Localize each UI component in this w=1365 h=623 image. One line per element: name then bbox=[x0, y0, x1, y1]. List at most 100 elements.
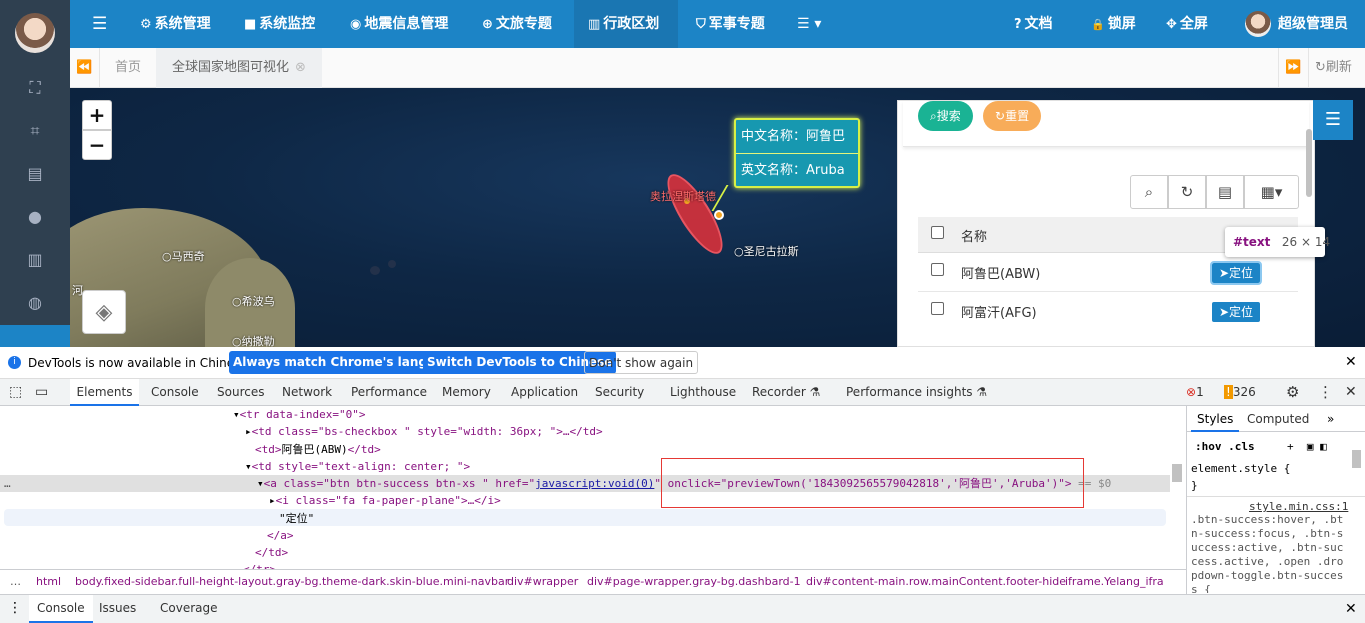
styles-filter-toggles[interactable]: :hov .cls bbox=[1195, 438, 1255, 455]
error-count[interactable]: ⊗1 bbox=[1186, 379, 1216, 406]
crumb[interactable]: body.fixed-sidebar.full-height-layout.gr… bbox=[75, 570, 509, 594]
drawer-menu-icon[interactable]: ⋮ bbox=[8, 600, 22, 616]
crumb-ellipsis[interactable]: … bbox=[10, 570, 21, 594]
tab-computed[interactable]: Computed bbox=[1247, 406, 1309, 432]
nav-lock-screen[interactable]: 🔒 锁屏 bbox=[1091, 0, 1151, 48]
element-style-end: } bbox=[1191, 479, 1198, 492]
connect-icon[interactable]: ⌗ bbox=[22, 120, 48, 142]
table-toggle-icon[interactable]: ▤ bbox=[1206, 175, 1244, 209]
zoom-out-button[interactable]: − bbox=[82, 130, 112, 160]
styles-scrollbar[interactable] bbox=[1352, 450, 1361, 468]
device-toolbar-icon[interactable]: ▭ bbox=[35, 379, 48, 406]
tab-memory[interactable]: Memory bbox=[442, 379, 491, 406]
panel-menu-icon[interactable]: ☰ bbox=[1313, 100, 1353, 140]
crumb[interactable]: html bbox=[36, 570, 61, 594]
marker-icon[interactable]: ● bbox=[22, 206, 48, 228]
selected-marker[interactable] bbox=[714, 210, 724, 220]
warning-count[interactable]: ! 326 bbox=[1224, 379, 1270, 406]
drawer-tab-coverage[interactable]: Coverage bbox=[160, 595, 218, 623]
dom-line[interactable]: </a> bbox=[267, 527, 294, 544]
nav-admin-division[interactable]: ▥ 行政区划 bbox=[574, 0, 678, 48]
menu-toggle-icon[interactable]: ☰ bbox=[92, 0, 107, 48]
tab-application[interactable]: Application bbox=[511, 379, 578, 406]
drawer-tab-console[interactable]: Console bbox=[29, 595, 93, 623]
close-notice-icon[interactable]: ✕ bbox=[1345, 354, 1357, 370]
devtools-drawer: ⋮ Console Issues Coverage ✕ bbox=[0, 594, 1365, 623]
tab-close-icon[interactable]: ⊗ bbox=[295, 60, 306, 75]
more-options-icon[interactable]: ⋮ bbox=[1318, 379, 1333, 406]
layers-icon[interactable]: ◈ bbox=[82, 290, 126, 334]
btn-success-selector[interactable]: .btn-success:hover, .btn-success:focus, … bbox=[1191, 513, 1346, 593]
nav-system-management[interactable]: ⚙ 系统管理 bbox=[140, 0, 230, 48]
tab-global-map[interactable]: 全球国家地图可视化 ⊗ bbox=[156, 48, 322, 88]
settings-gear-icon[interactable]: ⚙ bbox=[1286, 379, 1299, 406]
text-node[interactable]: "定位" bbox=[279, 510, 314, 527]
element-style-rule[interactable]: element.style { bbox=[1191, 460, 1290, 477]
more-menu-icon[interactable]: ☰ ▾ bbox=[797, 0, 833, 48]
tab-performance-insights[interactable]: Performance insights ⚗ bbox=[846, 379, 987, 406]
search-button[interactable]: ⌕搜索 bbox=[918, 101, 973, 131]
reset-button[interactable]: ↻重置 bbox=[983, 101, 1042, 131]
tab-home[interactable]: 首页 bbox=[100, 48, 156, 88]
elements-scrollbar[interactable] bbox=[1172, 464, 1182, 482]
tab-scroll-left-icon[interactable]: ⏪ bbox=[70, 48, 100, 88]
globe-icon[interactable]: ◍ bbox=[22, 292, 48, 314]
selection-icon[interactable]: ⛶ bbox=[22, 77, 48, 99]
dom-line[interactable]: </tr> bbox=[243, 561, 276, 569]
dom-line[interactable]: </td> bbox=[255, 544, 288, 561]
nav-system-monitor[interactable]: ■ 系统监控 bbox=[244, 0, 334, 48]
tab-console[interactable]: Console bbox=[151, 379, 199, 406]
close-devtools-icon[interactable]: ✕ bbox=[1345, 379, 1357, 406]
dom-line[interactable]: ▾<tr data-index="0"> bbox=[233, 406, 365, 423]
close-drawer-icon[interactable]: ✕ bbox=[1345, 601, 1357, 617]
tab-security[interactable]: Security bbox=[595, 379, 644, 406]
nav-fullscreen[interactable]: ✥ 全屏 bbox=[1166, 0, 1230, 48]
nav-military[interactable]: ⛉ 军事专题 bbox=[696, 0, 786, 48]
tab-elements[interactable]: Elements bbox=[70, 379, 139, 406]
reset-icon: ↻ bbox=[995, 109, 1006, 123]
line-ellipsis[interactable]: … bbox=[4, 475, 11, 492]
tab-scroll-right-icon[interactable]: ⏩ bbox=[1278, 48, 1308, 88]
dom-line[interactable]: ▸<td class="bs-checkbox " style="width: … bbox=[245, 423, 603, 440]
more-tabs-icon[interactable]: » bbox=[1327, 406, 1334, 432]
user-avatar[interactable] bbox=[15, 13, 55, 53]
dom-line[interactable]: ▸<i class="fa fa-paper-plane">…</i> bbox=[269, 492, 501, 509]
select-all-checkbox[interactable] bbox=[931, 226, 944, 239]
dom-line[interactable]: ▾<td style="text-align: center; "> bbox=[245, 458, 470, 475]
refresh-button[interactable]: ↻刷新 bbox=[1308, 48, 1365, 88]
table-refresh-icon[interactable]: ↻ bbox=[1168, 175, 1206, 209]
row-country-name: 阿鲁巴(ABW) bbox=[961, 267, 1041, 282]
drawer-tab-issues[interactable]: Issues bbox=[99, 595, 136, 623]
sidebar-active-item[interactable] bbox=[0, 325, 70, 347]
elements-tree[interactable]: ▾<tr data-index="0"> ▸<td class="bs-chec… bbox=[0, 406, 1186, 569]
table-search-icon[interactable]: ⌕ bbox=[1130, 175, 1168, 209]
inspect-element-icon[interactable]: ⬚ bbox=[9, 379, 22, 406]
tab-lighthouse[interactable]: Lighthouse bbox=[670, 379, 736, 406]
crumb[interactable]: div#wrapper bbox=[507, 570, 578, 594]
new-rule-icon[interactable]: + ▣ ◧ bbox=[1287, 438, 1327, 455]
nav-earthquake-info[interactable]: ◉ 地震信息管理 bbox=[350, 0, 470, 48]
map-icon[interactable]: ▤ bbox=[22, 163, 48, 185]
locate-button[interactable]: ➤定位 bbox=[1210, 261, 1262, 285]
bar-chart-icon[interactable]: ▥ bbox=[22, 249, 48, 271]
tab-performance[interactable]: Performance bbox=[351, 379, 427, 406]
zoom-in-button[interactable]: + bbox=[82, 100, 112, 130]
panel-scrollbar[interactable] bbox=[1306, 129, 1312, 197]
tab-styles[interactable]: Styles bbox=[1191, 406, 1240, 432]
tab-sources[interactable]: Sources bbox=[217, 379, 264, 406]
crumb[interactable]: div#content-main.row.mainContent.footer-… bbox=[806, 570, 1066, 594]
dom-line[interactable]: <td>阿鲁巴(ABW)</td> bbox=[255, 441, 381, 458]
row-checkbox[interactable] bbox=[931, 302, 944, 315]
crumb[interactable]: iframe.Yelang_ifra bbox=[1065, 570, 1164, 594]
row-checkbox[interactable] bbox=[931, 263, 944, 276]
nav-docs[interactable]: ? 文档 bbox=[1014, 0, 1074, 48]
table-columns-icon[interactable]: ▦▾ bbox=[1244, 175, 1299, 209]
nav-culture-tourism[interactable]: ⊕ 文旅专题 bbox=[482, 0, 572, 48]
locate-button[interactable]: ➤定位 bbox=[1212, 302, 1260, 322]
tab-recorder[interactable]: Recorder ⚗ bbox=[752, 379, 820, 406]
nav-user-avatar[interactable] bbox=[1245, 11, 1271, 37]
dont-show-again-button[interactable]: Don't show again bbox=[584, 351, 699, 374]
crumb[interactable]: div#page-wrapper.gray-bg.dashbard-1 bbox=[587, 570, 801, 594]
tab-network[interactable]: Network bbox=[282, 379, 332, 406]
nav-username[interactable]: 超级管理员 bbox=[1278, 0, 1364, 48]
